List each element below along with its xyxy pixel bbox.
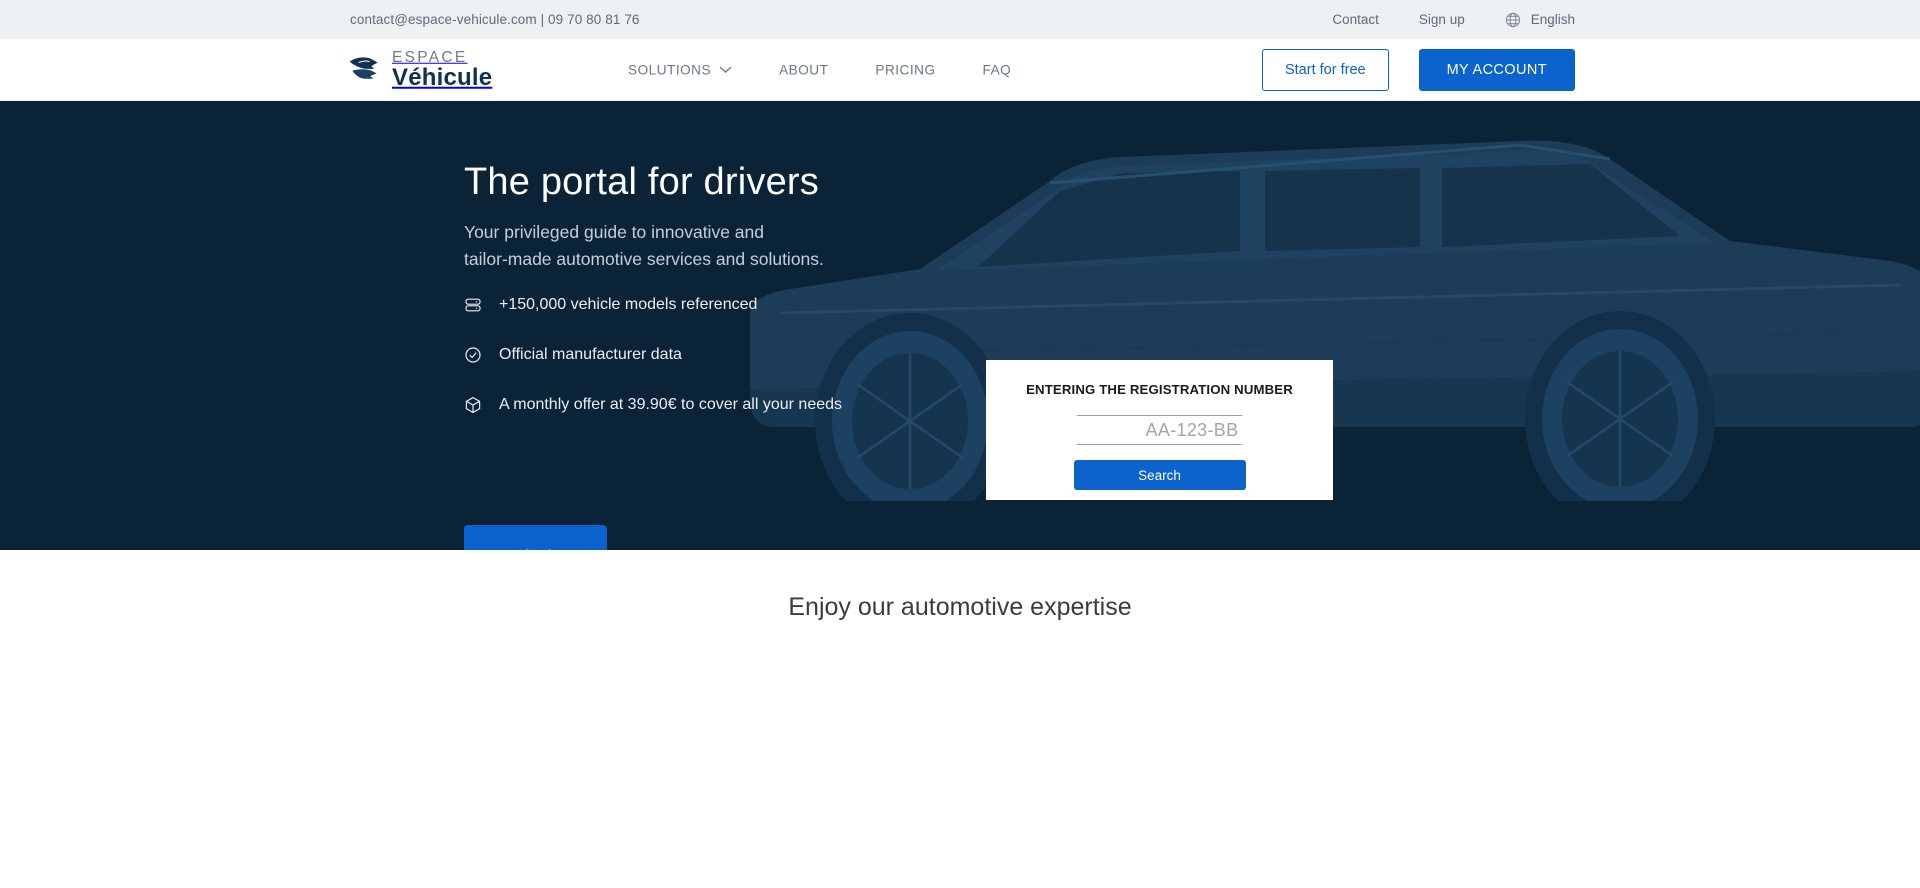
my-account-button[interactable]: MY ACCOUNT <box>1419 49 1575 91</box>
search-button[interactable]: Search <box>1074 460 1246 490</box>
nav-item-about[interactable]: ABOUT <box>779 62 828 77</box>
hero-benefits-list: +150,000 vehicle models referenced Offic… <box>464 296 842 414</box>
hero-section: The portal for drivers Your privileged g… <box>0 101 1920 550</box>
utility-links: Contact Sign up English <box>1332 12 1575 28</box>
globe-icon <box>1505 12 1521 28</box>
hero-subtitle-line-2: tailor-made automotive services and solu… <box>464 249 824 269</box>
start-for-free-button[interactable]: Start for free <box>1262 49 1389 91</box>
database-icon <box>464 296 482 314</box>
try-for-free-button[interactable]: Try for free <box>464 525 607 550</box>
header-actions: Start for free MY ACCOUNT <box>1262 49 1575 91</box>
hero-benefit-text: A monthly offer at 39.90€ to cover all y… <box>499 396 842 414</box>
hero-subtitle-line-1: Your privileged guide to innovative and <box>464 222 764 242</box>
utility-link-contact[interactable]: Contact <box>1332 12 1379 27</box>
hero-benefit-text: Official manufacturer data <box>499 346 682 364</box>
box-icon <box>464 396 482 414</box>
logo-mark-icon <box>347 54 383 86</box>
nav-item-solutions[interactable]: SOLUTIONS <box>628 62 732 77</box>
language-label: English <box>1531 12 1575 27</box>
main-navigation: SOLUTIONS ABOUT PRICING FAQ <box>628 62 1011 77</box>
nav-item-faq[interactable]: FAQ <box>983 62 1012 77</box>
hero-benefit-item: +150,000 vehicle models referenced <box>464 296 842 314</box>
logo-text-vehicule: Véhicule <box>392 66 492 90</box>
logo[interactable]: ESPACE Véhicule <box>347 49 492 90</box>
hero-benefit-item: Official manufacturer data <box>464 346 842 364</box>
language-selector[interactable]: English <box>1505 12 1575 28</box>
license-plate-field[interactable]: F <box>1076 415 1243 445</box>
hero-benefit-item: A monthly offer at 39.90€ to cover all y… <box>464 396 842 414</box>
nav-label-solutions: SOLUTIONS <box>628 62 711 77</box>
expertise-section: Enjoy our automotive expertise Daily upd… <box>0 550 1920 888</box>
nav-item-pricing[interactable]: PRICING <box>875 62 935 77</box>
registration-number-input[interactable] <box>1076 415 1243 445</box>
logo-text-espace: ESPACE <box>392 49 492 65</box>
check-circle-icon <box>464 346 482 364</box>
utility-link-signup[interactable]: Sign up <box>1419 12 1465 27</box>
registration-search-card: ENTERING THE REGISTRATION NUMBER F Searc… <box>986 360 1333 500</box>
contact-info: contact@espace-vehicule.com | 09 70 80 8… <box>350 12 640 27</box>
chevron-down-icon <box>719 66 732 74</box>
site-header: ESPACE Véhicule SOLUTIONS ABOUT PRICING … <box>0 39 1920 101</box>
hero-benefit-text: +150,000 vehicle models referenced <box>499 296 757 314</box>
utility-bar: contact@espace-vehicule.com | 09 70 80 8… <box>0 0 1920 39</box>
hero-subtitle: Your privileged guide to innovative and … <box>464 219 824 273</box>
search-card-title: ENTERING THE REGISTRATION NUMBER <box>986 382 1333 397</box>
expertise-title: Enjoy our automotive expertise <box>0 550 1920 622</box>
hero-title: The portal for drivers <box>464 161 819 204</box>
